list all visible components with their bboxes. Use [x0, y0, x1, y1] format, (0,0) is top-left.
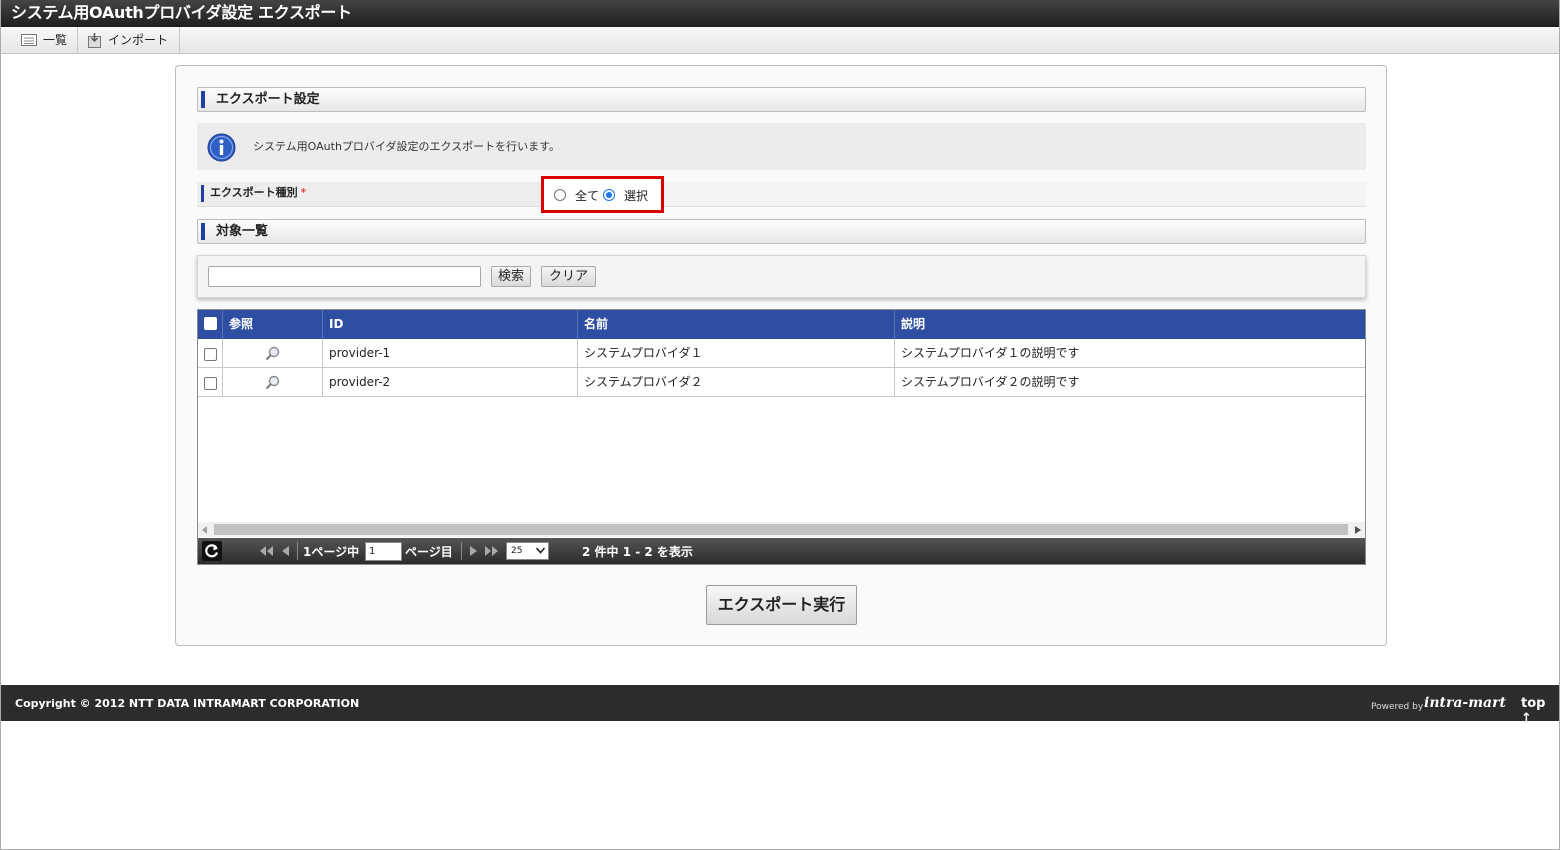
target-grid: 参照 ID 名前 説明 provider-1 システムプロバイダ１ システムプロ… — [197, 309, 1366, 565]
page-prefix: 1ページ中 — [303, 545, 360, 559]
export-execute-button[interactable]: エクスポート実行 — [706, 585, 857, 625]
cell-id: provider-1 — [323, 339, 578, 367]
chevron-down-icon — [536, 547, 545, 554]
scroll-right-icon[interactable] — [1355, 526, 1361, 534]
menu-bar: 一覧 インポート — [1, 27, 1559, 54]
cell-desc: システムプロバイダ１の説明です — [901, 346, 1080, 360]
grid-header: 参照 ID 名前 説明 — [198, 310, 1365, 339]
refresh-icon[interactable] — [202, 541, 222, 561]
table-row[interactable]: provider-2 システムプロバイダ２ システムプロバイダ２の説明です — [198, 368, 1365, 397]
page-size-select[interactable]: 25 — [506, 542, 549, 560]
export-type-row: エクスポート種別 * — [197, 182, 1366, 207]
horizontal-scrollbar[interactable] — [198, 522, 1365, 537]
required-mark: * — [300, 186, 307, 199]
col-desc[interactable]: 説明 — [895, 310, 1365, 339]
powered-by-text: Powered by — [1371, 702, 1424, 712]
magnifier-icon[interactable] — [265, 375, 280, 390]
menu-item-import-label: インポート — [108, 33, 169, 47]
export-type-radio-group: 全て 選択 — [541, 176, 664, 213]
cell-name: システムプロバイダ２ — [578, 368, 895, 396]
target-list-header: 対象一覧 — [197, 219, 1366, 244]
col-id[interactable]: ID — [323, 310, 578, 339]
info-message-box: システム用OAuthプロバイダ設定のエクスポートを行います。 — [197, 123, 1366, 170]
cell-desc: システムプロバイダ２の説明です — [901, 375, 1080, 389]
grid-pager: 1ページ中 1 ページ目 25 2 件中 1 - 2 を表示 — [198, 538, 1365, 564]
export-panel: エクスポート設定 システム用OAuthプロバイダ設定のエクスポートを行います。 … — [175, 65, 1387, 646]
select-all-checkbox[interactable] — [204, 317, 217, 330]
radio-all-label[interactable]: 全て — [575, 187, 599, 204]
info-icon — [207, 133, 236, 162]
last-page-icon[interactable] — [485, 546, 499, 556]
copyright-text: Copyright © 2012 NTT DATA INTRAMART CORP… — [15, 697, 360, 710]
info-message: システム用OAuthプロバイダ設定のエクスポートを行います。 — [253, 140, 561, 153]
top-link[interactable]: top ↑ — [1521, 696, 1559, 726]
cell-id: provider-2 — [323, 368, 578, 396]
menu-item-list[interactable]: 一覧 — [11, 27, 78, 53]
scrollbar-thumb[interactable] — [214, 524, 1348, 535]
export-type-label: エクスポート種別 * — [197, 182, 542, 206]
next-page-icon[interactable] — [470, 546, 477, 556]
page-number-input[interactable]: 1 — [365, 542, 402, 561]
col-name[interactable]: 名前 — [578, 310, 895, 339]
search-input[interactable] — [208, 266, 481, 287]
radio-select[interactable] — [603, 189, 615, 201]
cell-name: システムプロバイダ１ — [578, 339, 895, 367]
row-checkbox[interactable] — [204, 377, 217, 390]
radio-all[interactable] — [554, 189, 566, 201]
magnifier-icon[interactable] — [265, 346, 280, 361]
brand-logo: intra-mart — [1424, 695, 1506, 711]
prev-page-icon[interactable] — [282, 546, 289, 556]
col-ref[interactable]: 参照 — [223, 310, 323, 339]
row-checkbox[interactable] — [204, 348, 217, 361]
radio-select-label[interactable]: 選択 — [624, 187, 648, 204]
search-button[interactable]: 検索 — [491, 266, 531, 287]
menu-item-list-label: 一覧 — [43, 33, 68, 47]
list-icon — [21, 34, 37, 46]
table-row[interactable]: provider-1 システムプロバイダ１ システムプロバイダ１の説明です — [198, 339, 1365, 368]
page-suffix: ページ目 — [405, 545, 453, 559]
export-settings-header: エクスポート設定 — [197, 87, 1366, 112]
menu-item-import[interactable]: インポート — [78, 27, 180, 53]
pager-summary: 2 件中 1 - 2 を表示 — [582, 545, 693, 559]
footer: Copyright © 2012 NTT DATA INTRAMART CORP… — [1, 685, 1559, 726]
clear-button[interactable]: クリア — [541, 266, 596, 287]
import-icon — [88, 33, 101, 48]
search-panel: 検索 クリア — [197, 255, 1366, 298]
first-page-icon[interactable] — [259, 546, 273, 556]
scroll-left-icon[interactable] — [202, 526, 208, 534]
window-title: システム用OAuthプロバイダ設定 エクスポート — [1, 0, 1559, 27]
